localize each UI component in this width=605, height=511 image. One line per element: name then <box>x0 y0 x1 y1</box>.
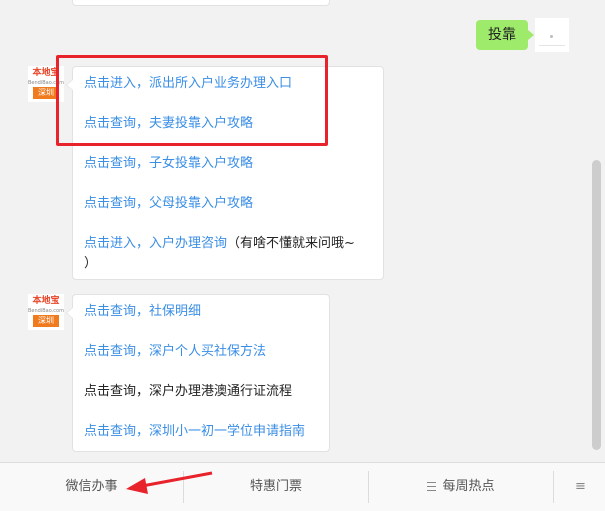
red-arrow-annotation <box>126 471 213 494</box>
arrow-shaft <box>141 471 213 488</box>
arrow-head <box>126 478 148 494</box>
